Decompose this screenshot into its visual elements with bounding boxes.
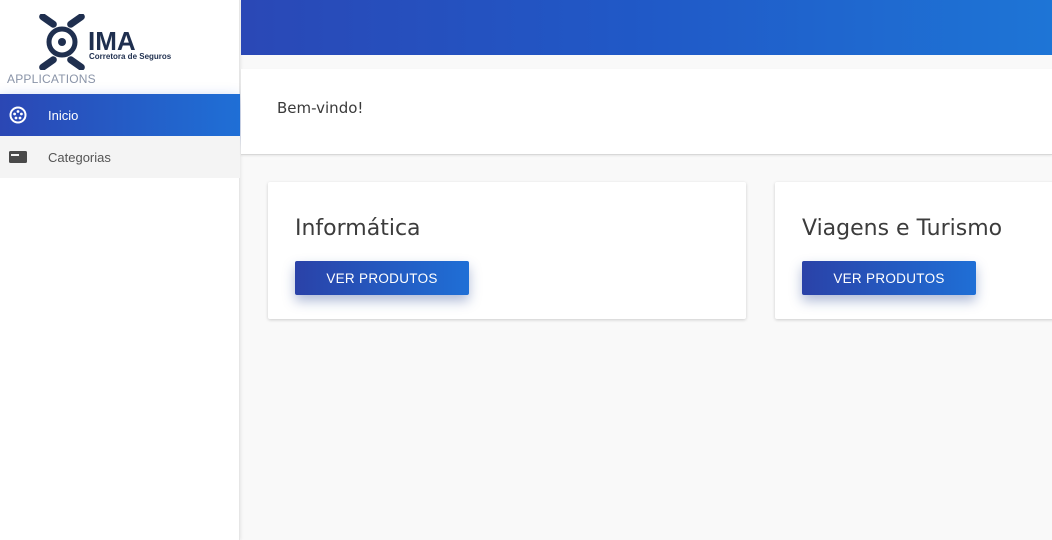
category-card-informatica: Informática VER PRODUTOS (268, 182, 746, 319)
card-title: Informática (295, 216, 421, 241)
ver-produtos-button[interactable]: VER PRODUTOS (802, 261, 976, 295)
logo-emblem-icon (39, 14, 85, 70)
sidebar-item-label: Categorias (48, 149, 111, 165)
company-logo[interactable]: IMA Corretora de Seguros (34, 14, 194, 72)
sidebar: IMA Corretora de Seguros APPLICATIONS In… (0, 0, 240, 540)
top-app-bar (241, 0, 1052, 55)
app-root: IMA Corretora de Seguros APPLICATIONS In… (0, 0, 1052, 540)
category-icon (8, 147, 28, 167)
sidebar-item-categorias[interactable]: Categorias (0, 136, 240, 178)
card-title: Viagens e Turismo (802, 216, 1003, 241)
sidebar-item-inicio[interactable]: Inicio (0, 94, 240, 136)
welcome-panel: Bem-vindo! (241, 69, 1052, 155)
welcome-text: Bem-vindo! (277, 99, 364, 117)
logo-name: IMA (88, 26, 136, 56)
sidebar-item-label: Inicio (48, 107, 79, 123)
nav-section-label: APPLICATIONS (7, 72, 96, 86)
category-card-viagens-turismo: Viagens e Turismo VER PRODUTOS (775, 182, 1052, 319)
logo-subtitle: Corretora de Seguros (89, 52, 172, 61)
ver-produtos-button[interactable]: VER PRODUTOS (295, 261, 469, 295)
dashboard-icon (8, 105, 28, 125)
